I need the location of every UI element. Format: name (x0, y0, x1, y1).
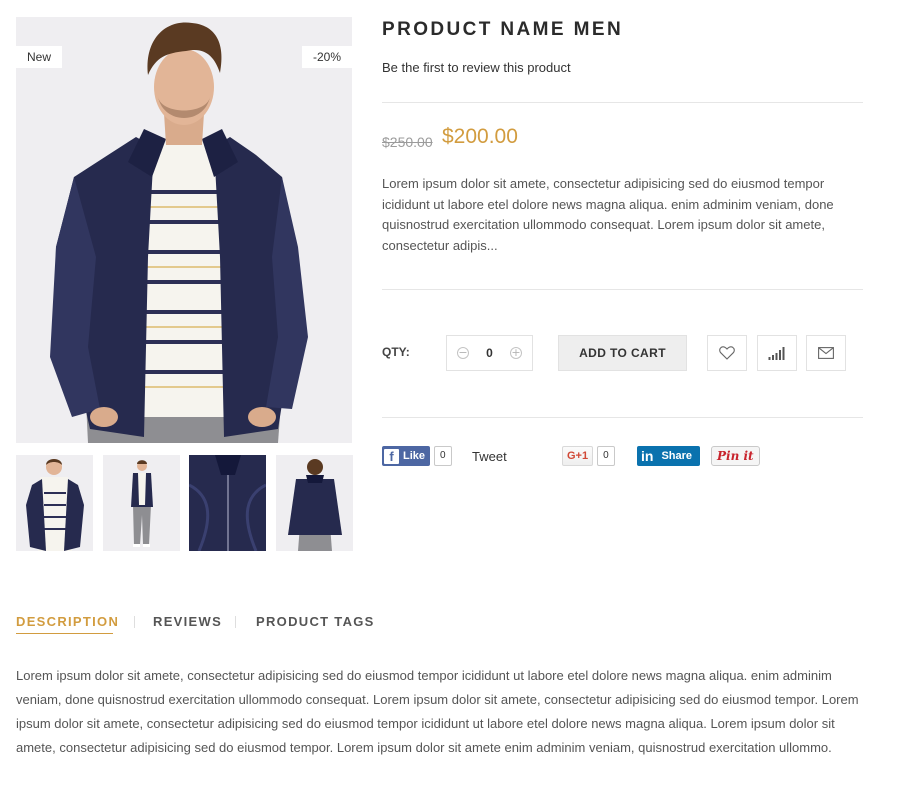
email-friend-button[interactable] (806, 335, 846, 371)
tab-description-content: Lorem ipsum dolor sit amete, consectetur… (16, 668, 859, 755)
thumbnail-back[interactable] (276, 455, 353, 551)
product-photo-illustration (16, 17, 352, 443)
current-price: $200.00 (442, 125, 518, 148)
plus-icon[interactable]: + (510, 347, 522, 359)
tweet-button[interactable]: Tweet (472, 449, 507, 464)
google-plus-widget: G+1 0 (562, 446, 615, 466)
facebook-icon: f (384, 448, 399, 464)
tab-separator (134, 616, 135, 628)
short-description: Lorem ipsum dolor sit amete, consectetur… (382, 176, 834, 253)
quantity-stepper: − + (446, 335, 533, 371)
compare-button[interactable] (757, 335, 797, 371)
google-plus-count: 0 (597, 446, 615, 466)
new-badge: New (16, 46, 63, 68)
divider (382, 417, 863, 418)
thumbnail-front[interactable] (16, 455, 93, 551)
active-tab-underline (16, 633, 113, 634)
qty-label: QTY: (382, 345, 410, 359)
thumbnail-back-image (276, 455, 353, 551)
thumbnail-strip (16, 455, 353, 551)
compare-bars-icon (768, 347, 785, 360)
quantity-input[interactable] (475, 345, 504, 361)
tab-reviews[interactable]: REVIEWS (153, 614, 222, 629)
envelope-icon (818, 347, 834, 359)
thumbnail-full-body[interactable] (103, 455, 180, 551)
review-link[interactable]: Be the first to review this product (382, 60, 571, 75)
old-price: $250.00 (382, 134, 433, 150)
facebook-like-widget: f Like 0 (382, 446, 452, 466)
tab-separator (235, 616, 236, 628)
heart-icon (719, 346, 735, 360)
tab-description[interactable]: DESCRIPTION (16, 614, 119, 629)
pinterest-pin-button[interactable]: Pin it (711, 446, 760, 466)
tab-product-tags[interactable]: PRODUCT TAGS (256, 614, 375, 629)
discount-badge: -20% (301, 46, 352, 68)
thumbnail-front-image (16, 455, 93, 551)
thumbnail-full-body-image (103, 455, 180, 551)
main-product-image[interactable]: New -20% (16, 17, 352, 443)
facebook-like-label: Like (403, 450, 426, 462)
add-to-cart-button[interactable]: ADD TO CART (558, 335, 687, 371)
linkedin-icon: in (641, 448, 654, 464)
thumbnail-detail[interactable] (189, 455, 266, 551)
linkedin-share-label: Share (661, 450, 693, 462)
facebook-like-count: 0 (434, 446, 452, 466)
google-plus-button[interactable]: G+1 (562, 446, 594, 466)
wishlist-button[interactable] (707, 335, 747, 371)
facebook-like-button[interactable]: f Like (382, 446, 431, 466)
divider (382, 102, 863, 103)
divider (382, 289, 863, 290)
thumbnail-detail-image (189, 455, 266, 551)
product-title: PRODUCT NAME MEN (382, 19, 624, 40)
linkedin-share-button[interactable]: in Share (637, 446, 701, 466)
minus-icon[interactable]: − (457, 347, 469, 359)
